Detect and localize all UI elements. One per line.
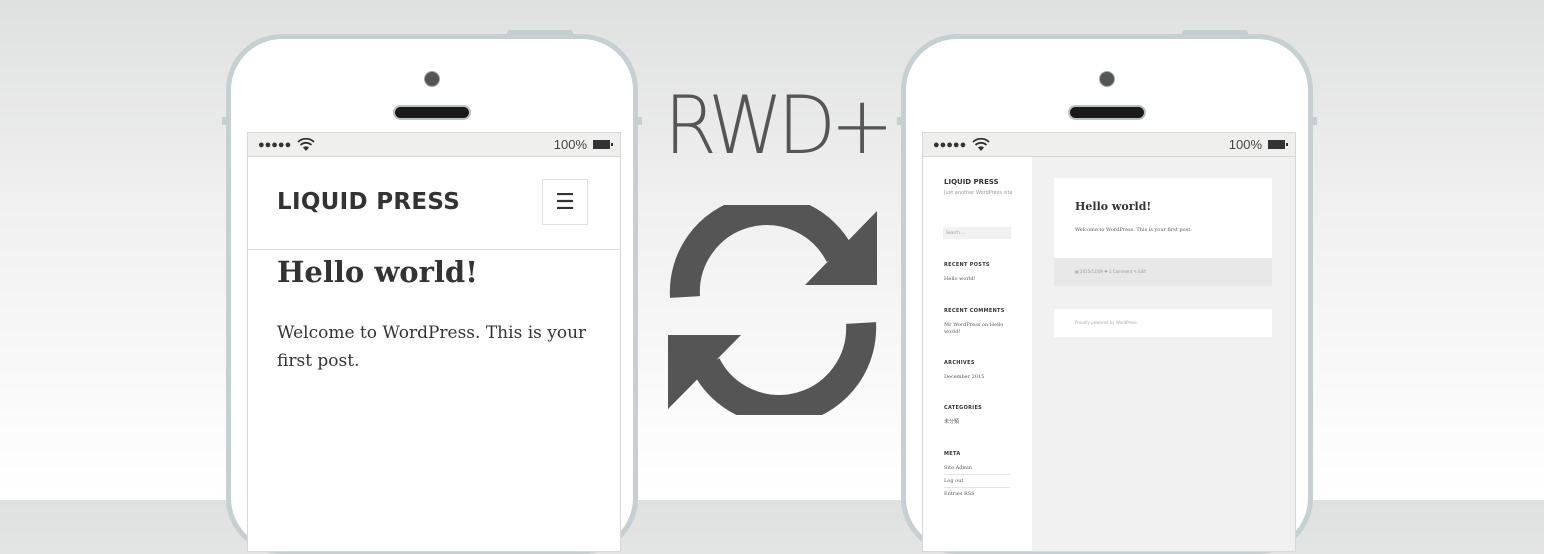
hamburger-menu-button[interactable]: ☰ bbox=[542, 179, 588, 225]
site-footer: Proudly powered by WordPress bbox=[1054, 309, 1272, 337]
sidebar: LIQUID PRESS Just another WordPress site… bbox=[923, 157, 1032, 551]
site-header: LIQUID PRESS ☰ bbox=[248, 157, 620, 250]
status-bar: ●●●●● 100% bbox=[248, 133, 620, 157]
recent-comment-link[interactable]: Mr WordPress on Hello world! bbox=[944, 322, 1010, 336]
signal-strength-icon: ●●●●● bbox=[258, 138, 292, 151]
meta-link-log-out[interactable]: Log out bbox=[944, 478, 1010, 485]
meta-link-site-admin[interactable]: Site Admin bbox=[944, 465, 1010, 472]
post-meta-bar: ▦ 2015/12/09 ❤ 1 Comment ✎ Edit bbox=[1054, 258, 1272, 286]
post-card: Hello world! Welcome to WordPress. This … bbox=[1054, 178, 1272, 258]
menu-icon: ☰ bbox=[555, 189, 575, 215]
power-button bbox=[507, 30, 573, 36]
mobile-phone-frame: ●●●●● 100% LIQUID PRESS ☰ Hello world! W… bbox=[222, 30, 642, 554]
side-button bbox=[1311, 117, 1317, 125]
post-body: Welcome to WordPress. This is your first… bbox=[1075, 227, 1192, 233]
side-button bbox=[222, 117, 228, 125]
battery-icon bbox=[593, 140, 613, 149]
battery-percent: 100% bbox=[1228, 137, 1262, 152]
widget-title-recent-posts: RECENT POSTS bbox=[944, 262, 990, 268]
widget-title-recent-comments: RECENT COMMENTS bbox=[944, 308, 1005, 314]
side-button bbox=[636, 117, 642, 125]
divider bbox=[944, 474, 1010, 475]
wifi-icon bbox=[972, 137, 990, 151]
site-title[interactable]: LIQUID PRESS bbox=[944, 178, 999, 186]
camera-icon bbox=[424, 71, 440, 87]
desktop-view-phone-frame: ●●●●● 100% LIQUID PRESS Just another Wor… bbox=[897, 30, 1317, 554]
archive-link[interactable]: December 2015 bbox=[944, 374, 1010, 381]
speaker-grille bbox=[393, 105, 471, 120]
status-bar: ●●●●● 100% bbox=[923, 133, 1295, 157]
post-body: Welcome to WordPress. This is your first… bbox=[277, 323, 587, 371]
divider bbox=[944, 487, 1010, 488]
site-title[interactable]: LIQUID PRESS bbox=[277, 189, 460, 215]
rwd-logo: RWD+ bbox=[664, 79, 894, 172]
power-button bbox=[1182, 30, 1248, 36]
desktop-screen: ●●●●● 100% LIQUID PRESS Just another Wor… bbox=[922, 132, 1296, 552]
content-area: Hello world! Welcome to WordPress. This … bbox=[1032, 157, 1295, 551]
recent-post-link[interactable]: Hello world! bbox=[944, 276, 1010, 283]
signal-strength-icon: ●●●●● bbox=[933, 138, 967, 151]
category-link[interactable]: 未分類 bbox=[944, 419, 1010, 426]
meta-link-entries-rss[interactable]: Entries RSS bbox=[944, 491, 1010, 498]
camera-icon bbox=[1099, 71, 1115, 87]
search-input[interactable]: Search … bbox=[943, 227, 1011, 239]
post-meta[interactable]: ▦ 2015/12/09 ❤ 1 Comment ✎ Edit bbox=[1075, 269, 1146, 274]
refresh-icon bbox=[668, 205, 877, 415]
wifi-icon bbox=[297, 137, 315, 151]
widget-title-categories: CATEGORIES bbox=[944, 405, 983, 411]
widget-title-archives: ARCHIVES bbox=[944, 360, 975, 366]
battery-icon bbox=[1268, 140, 1288, 149]
side-button bbox=[897, 117, 903, 125]
post-title[interactable]: Hello world! bbox=[1075, 200, 1151, 213]
battery-percent: 100% bbox=[553, 137, 587, 152]
widget-title-meta: META bbox=[944, 451, 961, 457]
speaker-grille bbox=[1068, 105, 1146, 120]
post-title[interactable]: Hello world! bbox=[277, 255, 478, 289]
site-description: Just another WordPress site bbox=[944, 190, 1013, 196]
mobile-screen: ●●●●● 100% LIQUID PRESS ☰ Hello world! W… bbox=[247, 132, 621, 552]
footer-credit[interactable]: Proudly powered by WordPress bbox=[1075, 320, 1137, 325]
